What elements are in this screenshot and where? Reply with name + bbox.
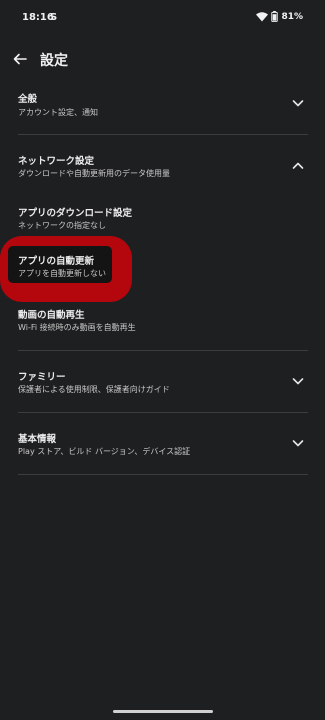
battery-percent: 81%	[281, 11, 303, 22]
item-subtitle: 保護者による使用制限、保護者向けガイド	[18, 385, 170, 394]
chevron-down-icon[interactable]	[291, 96, 305, 110]
item-title: アプリの自動更新	[18, 256, 95, 267]
arrow-left-icon	[13, 53, 27, 65]
settings-item-about[interactable]: 基本情報 Play ストア、ビルド バージョン、デバイス認証	[0, 424, 325, 468]
divider	[18, 350, 308, 351]
item-title: 全般	[18, 94, 38, 105]
item-subtitle: アカウント設定、通知	[18, 108, 98, 117]
item-subtitle: Wi-Fi 接続時のみ動画を自動再生	[18, 323, 136, 332]
page-title: 設定	[40, 53, 68, 69]
settings-item-family[interactable]: ファミリー 保護者による使用制限、保護者向けガイド	[0, 362, 325, 406]
home-gesture-bar[interactable]	[113, 710, 213, 713]
chevron-down-icon[interactable]	[291, 436, 305, 450]
item-subtitle: ダウンロードや自動更新用のデータ使用量	[18, 169, 170, 178]
chevron-up-icon[interactable]	[291, 159, 305, 173]
item-subtitle: ネットワークの指定なし	[18, 221, 106, 230]
divider	[18, 474, 308, 475]
settings-item-general[interactable]: 全般 アカウント設定、通知	[0, 84, 325, 134]
battery-icon	[271, 11, 279, 22]
settings-item-app-download[interactable]: アプリのダウンロード設定 ネットワークの指定なし	[0, 198, 325, 238]
item-title: アプリのダウンロード設定	[18, 208, 133, 219]
app-bar: 設定	[0, 42, 325, 76]
item-title: 基本情報	[18, 434, 57, 445]
back-button[interactable]	[10, 49, 30, 69]
item-title: ファミリー	[18, 372, 66, 383]
settings-item-video-autoplay[interactable]: 動画の自動再生 Wi-Fi 接続時のみ動画を自動再生	[0, 300, 325, 340]
item-subtitle: Play ストア、ビルド バージョン、デバイス認証	[18, 447, 191, 456]
chevron-down-icon[interactable]	[291, 374, 305, 388]
wifi-icon	[256, 11, 269, 21]
settings-item-network[interactable]: ネットワーク設定 ダウンロードや自動更新用のデータ使用量	[0, 146, 325, 192]
item-subtitle: アプリを自動更新しない	[18, 269, 106, 278]
item-title: 動画の自動再生	[18, 310, 85, 321]
status-bar: 18:16 S 81%	[0, 0, 325, 36]
app-notification-icon: S	[50, 12, 58, 23]
divider	[18, 412, 308, 413]
settings-item-auto-update[interactable]: アプリの自動更新 アプリを自動更新しない	[0, 246, 325, 286]
status-right: 81%	[256, 11, 303, 22]
divider	[18, 134, 308, 135]
item-title: ネットワーク設定	[18, 156, 95, 167]
